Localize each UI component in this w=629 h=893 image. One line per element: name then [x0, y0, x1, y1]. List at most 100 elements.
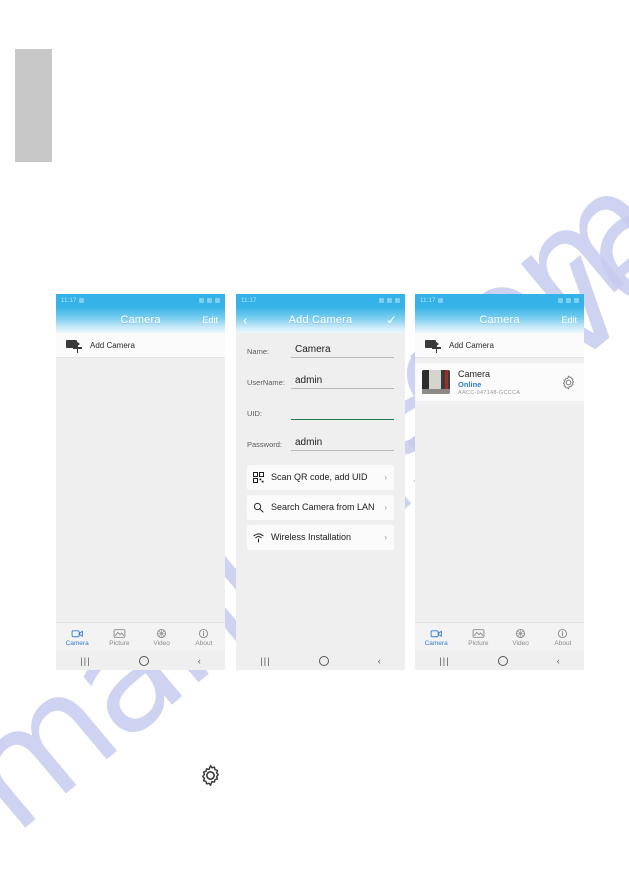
- chevron-right-icon: ›: [384, 473, 387, 482]
- wifi-status-icon: [199, 298, 204, 303]
- tab-about[interactable]: About: [183, 628, 225, 647]
- scan-qr-code-label: Scan QR code, add UID: [271, 472, 368, 482]
- tab-picture[interactable]: Picture: [457, 628, 499, 647]
- status-bar-left: 11:17: [241, 298, 257, 304]
- tab-video[interactable]: Video: [141, 628, 183, 647]
- form-row-username: UserName: admin: [247, 372, 394, 389]
- recents-button[interactable]: |||: [80, 656, 91, 666]
- add-camera-label: Add Camera: [90, 340, 135, 350]
- android-nav-bar: ||| ‹: [415, 651, 584, 670]
- android-nav-bar: ||| ‹: [236, 651, 405, 670]
- back-button[interactable]: ‹: [198, 656, 201, 666]
- search-camera-lan-label: Search Camera from LAN: [271, 502, 375, 512]
- phone-camera-list-empty: 11:17 Camera Edit Add Camera Camera Pict…: [56, 294, 225, 670]
- back-button[interactable]: ‹: [378, 656, 381, 666]
- content-area: Name: Camera UserName: admin UID: Passwo…: [236, 333, 405, 651]
- phone-add-camera-form: 11:17 ‹ Add Camera ✓ Name: Camera UserNa…: [236, 294, 405, 670]
- notification-icon: [78, 298, 84, 303]
- status-bar-left: 11:17: [61, 298, 84, 304]
- add-camera-row[interactable]: Add Camera: [56, 333, 225, 358]
- page-margin-block: [15, 49, 52, 162]
- home-circle-icon[interactable]: [319, 655, 330, 666]
- home-circle-icon[interactable]: [139, 655, 150, 666]
- add-camera-form: Name: Camera UserName: admin UID: Passwo…: [236, 333, 405, 550]
- name-field[interactable]: Camera: [291, 344, 394, 358]
- bottom-tab-bar: Camera Picture Video About: [56, 622, 225, 651]
- username-field[interactable]: admin: [291, 375, 394, 389]
- picture-icon: [472, 628, 485, 638]
- recents-button[interactable]: |||: [260, 656, 271, 666]
- gear-icon[interactable]: [561, 375, 576, 390]
- camera-plus-icon: [66, 339, 83, 353]
- chevron-right-icon: ›: [384, 503, 387, 512]
- add-camera-row[interactable]: Add Camera: [415, 333, 584, 358]
- page-title: Add Camera: [288, 314, 353, 326]
- camera-list-item[interactable]: Camera Online AACC-047148-GCCCA: [415, 363, 584, 401]
- wifi-icon: [253, 533, 264, 543]
- wifi-status-icon: [379, 298, 384, 303]
- camera-icon: [430, 629, 442, 637]
- status-bar: 11:17: [415, 294, 584, 307]
- name-label: Name:: [247, 347, 270, 356]
- password-field[interactable]: admin: [291, 437, 394, 451]
- scan-qr-code-button[interactable]: Scan QR code, add UID ›: [247, 465, 394, 490]
- tab-video-label: Video: [512, 639, 529, 647]
- status-bar: 11:17: [236, 294, 405, 307]
- status-bar-left: 11:17: [420, 298, 443, 304]
- tab-camera[interactable]: Camera: [56, 628, 98, 647]
- notification-icon: [437, 298, 443, 303]
- camera-info: Camera Online AACC-047148-GCCCA: [458, 369, 553, 396]
- add-camera-label: Add Camera: [449, 340, 494, 350]
- tab-video-label: Video: [153, 639, 170, 647]
- camera-plus-icon: [425, 339, 442, 353]
- tab-about-label: About: [554, 639, 572, 647]
- uid-field[interactable]: [291, 406, 394, 420]
- caption-gear-icon: [202, 764, 219, 787]
- edit-button[interactable]: Edit: [561, 315, 577, 325]
- camera-icon: [71, 629, 83, 637]
- wireless-installation-label: Wireless Installation: [271, 532, 352, 542]
- qr-code-icon: [253, 472, 264, 483]
- battery-status-icon: [574, 298, 579, 303]
- page-title: Camera: [479, 314, 520, 326]
- status-bar-right: [379, 298, 400, 303]
- tab-picture-label: Picture: [109, 639, 130, 647]
- back-chevron-icon[interactable]: ‹: [243, 314, 247, 327]
- signal-status-icon: [387, 298, 392, 303]
- wireless-installation-button[interactable]: Wireless Installation ›: [247, 525, 394, 550]
- search-camera-lan-button[interactable]: Search Camera from LAN ›: [247, 495, 394, 520]
- checkmark-icon[interactable]: ✓: [386, 314, 397, 327]
- tab-picture[interactable]: Picture: [98, 628, 140, 647]
- home-circle-icon[interactable]: [498, 655, 509, 666]
- status-bar-clock: 11:17: [420, 297, 436, 304]
- form-row-uid: UID:: [247, 403, 394, 420]
- back-button[interactable]: ‹: [557, 656, 560, 666]
- status-bar-clock: 11:17: [241, 297, 257, 304]
- wifi-status-icon: [558, 298, 563, 303]
- battery-status-icon: [215, 298, 220, 303]
- phone-camera-list-added: 11:17 Camera Edit Add Camera Camera Onli…: [415, 294, 584, 670]
- page-title: Camera: [120, 314, 161, 326]
- tab-about[interactable]: About: [542, 628, 584, 647]
- search-icon: [253, 502, 264, 513]
- bottom-tab-bar: Camera Picture Video About: [415, 622, 584, 651]
- recents-button[interactable]: |||: [439, 656, 450, 666]
- form-row-name: Name: Camera: [247, 341, 394, 358]
- video-icon: [516, 628, 526, 638]
- status-bar-right: [558, 298, 579, 303]
- tab-video[interactable]: Video: [500, 628, 542, 647]
- tab-camera[interactable]: Camera: [415, 628, 457, 647]
- password-label: Password:: [247, 440, 283, 449]
- username-label: UserName:: [247, 378, 285, 387]
- battery-status-icon: [395, 298, 400, 303]
- edit-button[interactable]: Edit: [202, 315, 218, 325]
- tab-camera-label: Camera: [65, 639, 89, 647]
- uid-label: UID:: [247, 409, 262, 418]
- signal-status-icon: [207, 298, 212, 303]
- status-bar-clock: 11:17: [61, 297, 77, 304]
- camera-uid: AACC-047148-GCCCA: [458, 389, 521, 396]
- status-bar: 11:17: [56, 294, 225, 307]
- phone-screenshots-row: 11:17 Camera Edit Add Camera Camera Pict…: [0, 294, 629, 672]
- app-header: Camera Edit: [415, 307, 584, 333]
- content-area: Add Camera: [56, 333, 225, 622]
